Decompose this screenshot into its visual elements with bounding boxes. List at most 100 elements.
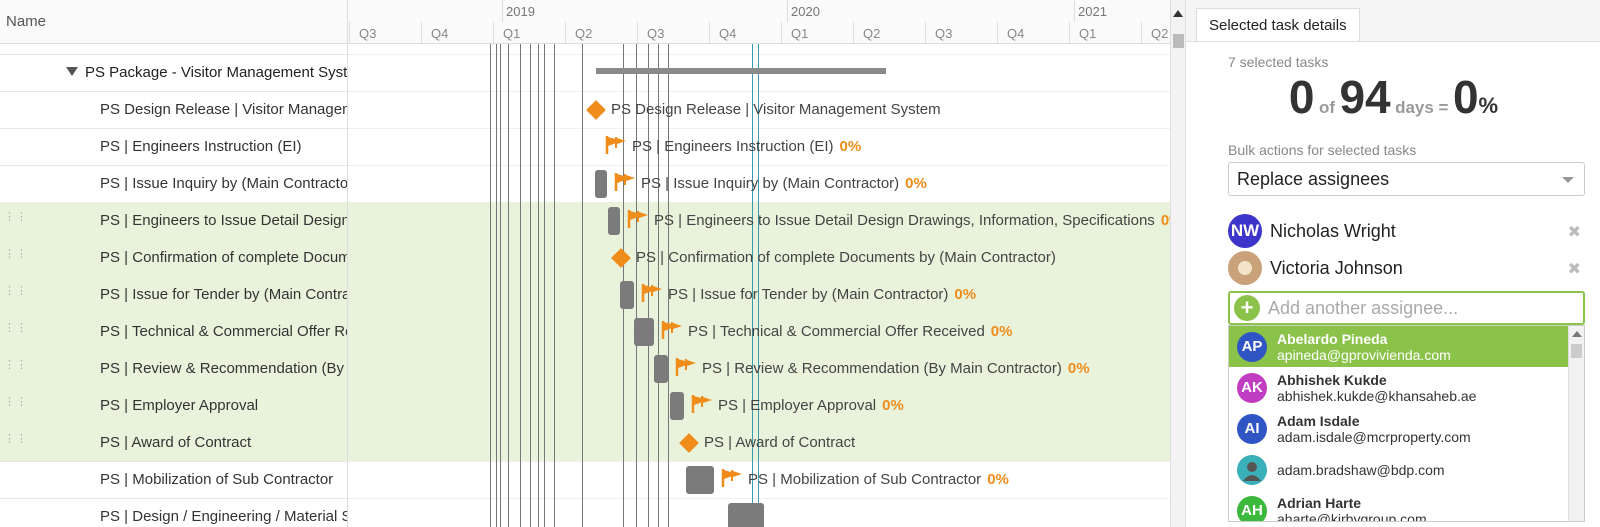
grid-row-label: PS | Review & Recommendation (By Main Co… <box>100 360 347 377</box>
task-percent: 0% <box>954 286 977 303</box>
assignee-option[interactable]: AI Adam Isdale adam.isdale@mcrproperty.com <box>1229 408 1569 449</box>
dependency-line <box>544 44 545 527</box>
flag-icon[interactable] <box>613 171 635 193</box>
assignee-option[interactable]: AH Adrian Harte aharte@kirbygroup.com <box>1229 490 1569 522</box>
task-label[interactable]: PS | Mobilization of Sub Contractor 0% <box>748 471 1009 488</box>
task-label-text: PS | Technical & Commercial Offer Receiv… <box>688 323 985 340</box>
scroll-up-icon[interactable] <box>1173 10 1183 17</box>
flag-icon[interactable] <box>604 134 626 156</box>
drag-handle-icon[interactable]: ⋮⋮ <box>4 397 27 413</box>
task-label[interactable]: PS | Engineers Instruction (EI) 0% <box>632 138 861 155</box>
task-bar[interactable] <box>728 503 764 527</box>
dependency-line <box>582 44 583 527</box>
grid-row[interactable]: ⋮⋮ PS | Employer Approval <box>0 387 347 425</box>
grid-row[interactable]: ⋮⋮ PS | Confirmation of complete Document… <box>0 239 347 277</box>
remove-assignee-icon[interactable]: ✖ <box>1568 222 1581 242</box>
option-info: Adrian Harte aharte@kirbygroup.com <box>1277 495 1427 522</box>
summary-bar[interactable] <box>596 68 886 74</box>
timeline-scrollbar[interactable] <box>1170 0 1185 527</box>
task-label-text: PS | Engineers to Issue Detail Design Dr… <box>654 212 1155 229</box>
option-name: Abelardo Pineda <box>1277 330 1388 347</box>
dependency-line <box>554 44 555 527</box>
task-label[interactable]: PS | Technical & Commercial Offer Receiv… <box>688 323 1012 340</box>
scroll-thumb[interactable] <box>1173 34 1184 48</box>
assignee-dropdown[interactable]: AP Abelardo Pineda apineda@gprovivienda.co… <box>1228 325 1585 522</box>
dependency-line <box>500 44 501 527</box>
grid-row[interactable]: ⋮⋮ PS | Award of Contract <box>0 424 347 462</box>
task-bar[interactable] <box>608 207 620 235</box>
add-assignee-input[interactable]: + Add another assignee... <box>1228 291 1585 325</box>
option-name: Adam Isdale <box>1277 412 1360 429</box>
drag-handle-icon[interactable]: ⋮⋮ <box>4 212 27 228</box>
grid-row-label: PS Design Release | Visitor Management S… <box>100 101 347 118</box>
of-word: of <box>1318 98 1335 117</box>
task-label[interactable]: PS | Issue Inquiry by (Main Contractor) 0… <box>641 175 927 192</box>
grid-row[interactable]: ⋮⋮ PS | Engineers to Issue Detail Design … <box>0 202 348 240</box>
user-silhouette-icon <box>1243 461 1261 481</box>
timeline-row <box>348 498 1185 527</box>
task-bar[interactable] <box>620 281 634 309</box>
assignee-option[interactable]: AP Abelardo Pineda apineda@gprovivienda.co… <box>1229 326 1569 367</box>
drag-handle-icon[interactable]: ⋮⋮ <box>4 434 27 450</box>
dependency-line <box>508 44 509 527</box>
flag-icon[interactable] <box>720 467 742 489</box>
flag-icon[interactable] <box>690 393 712 415</box>
assignee-option[interactable]: AK Abhishek Kukde abhishek.kukde@khansaheb… <box>1229 367 1569 408</box>
flag-icon[interactable] <box>626 208 648 230</box>
task-label[interactable]: PS | Engineers to Issue Detail Design Dr… <box>654 212 1183 229</box>
flag-icon[interactable] <box>660 319 682 341</box>
timeline-row <box>348 17 1185 55</box>
grid-row[interactable]: ⋮⋮ PS | Review & Recommendation (By Main … <box>0 350 347 388</box>
task-label[interactable]: PS | Issue for Tender by (Main Contracto… <box>668 286 976 303</box>
assignee-row: NW Nicholas Wright ✖ <box>1228 214 1585 248</box>
task-bar[interactable] <box>595 170 607 198</box>
task-label-text: PS Design Release | Visitor Management S… <box>611 101 941 118</box>
grid-row[interactable]: PS | Mobilization of Sub Contractor <box>0 461 347 499</box>
flag-icon[interactable] <box>674 356 696 378</box>
task-bar[interactable] <box>670 392 684 420</box>
grid-row-label: PS | Engineers Instruction (EI) <box>100 138 302 155</box>
task-label[interactable]: PS | Employer Approval 0% <box>718 397 904 414</box>
task-grid: NamePS | Procurement / ManufacturingPS P… <box>0 0 348 527</box>
grid-row-label: PS | Technical & Commercial Offer Receiv… <box>100 323 347 340</box>
grid-row[interactable]: PS | Issue Inquiry by (Main Contractor) <box>0 165 347 203</box>
task-bar[interactable] <box>634 318 654 346</box>
chevron-down-icon <box>1562 177 1574 183</box>
collapse-toggle-icon[interactable] <box>66 67 78 76</box>
grid-row[interactable]: PS Package - Visitor Management System <box>0 54 348 92</box>
dropdown-scroll-thumb[interactable] <box>1571 344 1582 358</box>
grid-row[interactable]: PS | Engineers Instruction (EI) <box>0 128 347 166</box>
grid-row[interactable]: PS | Design / Engineering / Material Sub… <box>0 498 347 527</box>
gantt-timeline: 2019 2020 2021 Q3 Q4 Q1 Q2 Q3 Q4 Q1 Q2 Q3 Q4 Q1 Q2 PS … <box>348 0 1185 527</box>
drag-handle-icon[interactable]: ⋮⋮ <box>4 323 27 339</box>
dropdown-scroll-up-icon[interactable] <box>1572 331 1582 337</box>
drag-handle-icon[interactable]: ⋮⋮ <box>4 360 27 376</box>
tab-selected-task-details[interactable]: Selected task details <box>1196 8 1360 42</box>
assignee-option[interactable]: adam.bradshaw@bdp.com <box>1229 449 1569 490</box>
task-label[interactable]: PS | Review & Recommendation (By Main Co… <box>702 360 1090 377</box>
option-email: adam.bradshaw@bdp.com <box>1277 461 1445 478</box>
task-label[interactable]: PS | Award of Contract <box>704 434 855 451</box>
task-bar[interactable] <box>686 466 714 494</box>
task-label[interactable]: PS | Confirmation of complete Documents … <box>636 249 1056 266</box>
grid-row[interactable]: PS Design Release | Visitor Management S… <box>0 91 347 129</box>
task-label-text: PS | Engineers Instruction (EI) <box>632 138 834 155</box>
bulk-action-select[interactable]: Replace assignees <box>1228 162 1585 196</box>
percent-value: 0 <box>1452 71 1479 123</box>
flag-icon[interactable] <box>640 282 662 304</box>
drag-handle-icon[interactable]: ⋮⋮ <box>4 286 27 302</box>
grid-row-label: PS Package - Visitor Management System <box>85 64 348 81</box>
grid-header-name[interactable]: Name <box>0 0 347 44</box>
grid-row[interactable]: ⋮⋮ PS | Technical & Commercial Offer Rece… <box>0 313 347 351</box>
grid-row-label: PS | Engineers to Issue Detail Design Dr… <box>100 212 348 229</box>
task-bar[interactable] <box>654 355 668 383</box>
drag-handle-icon[interactable]: ⋮⋮ <box>4 249 27 265</box>
panel-body: 7 selected tasks 0 of 94 days = 0% Bulk … <box>1186 41 1600 527</box>
grid-row[interactable]: ⋮⋮ PS | Issue for Tender by (Main Contrac… <box>0 276 347 314</box>
option-info: Adam Isdale adam.isdale@mcrproperty.com <box>1277 413 1471 445</box>
timeline-body[interactable]: PS Design Release | Visitor Management S… <box>348 44 1185 527</box>
dropdown-scrollbar[interactable] <box>1568 326 1584 521</box>
selected-count: 7 selected tasks <box>1228 54 1329 70</box>
task-label[interactable]: PS Design Release | Visitor Management S… <box>611 101 941 118</box>
remove-assignee-icon[interactable]: ✖ <box>1568 259 1581 279</box>
